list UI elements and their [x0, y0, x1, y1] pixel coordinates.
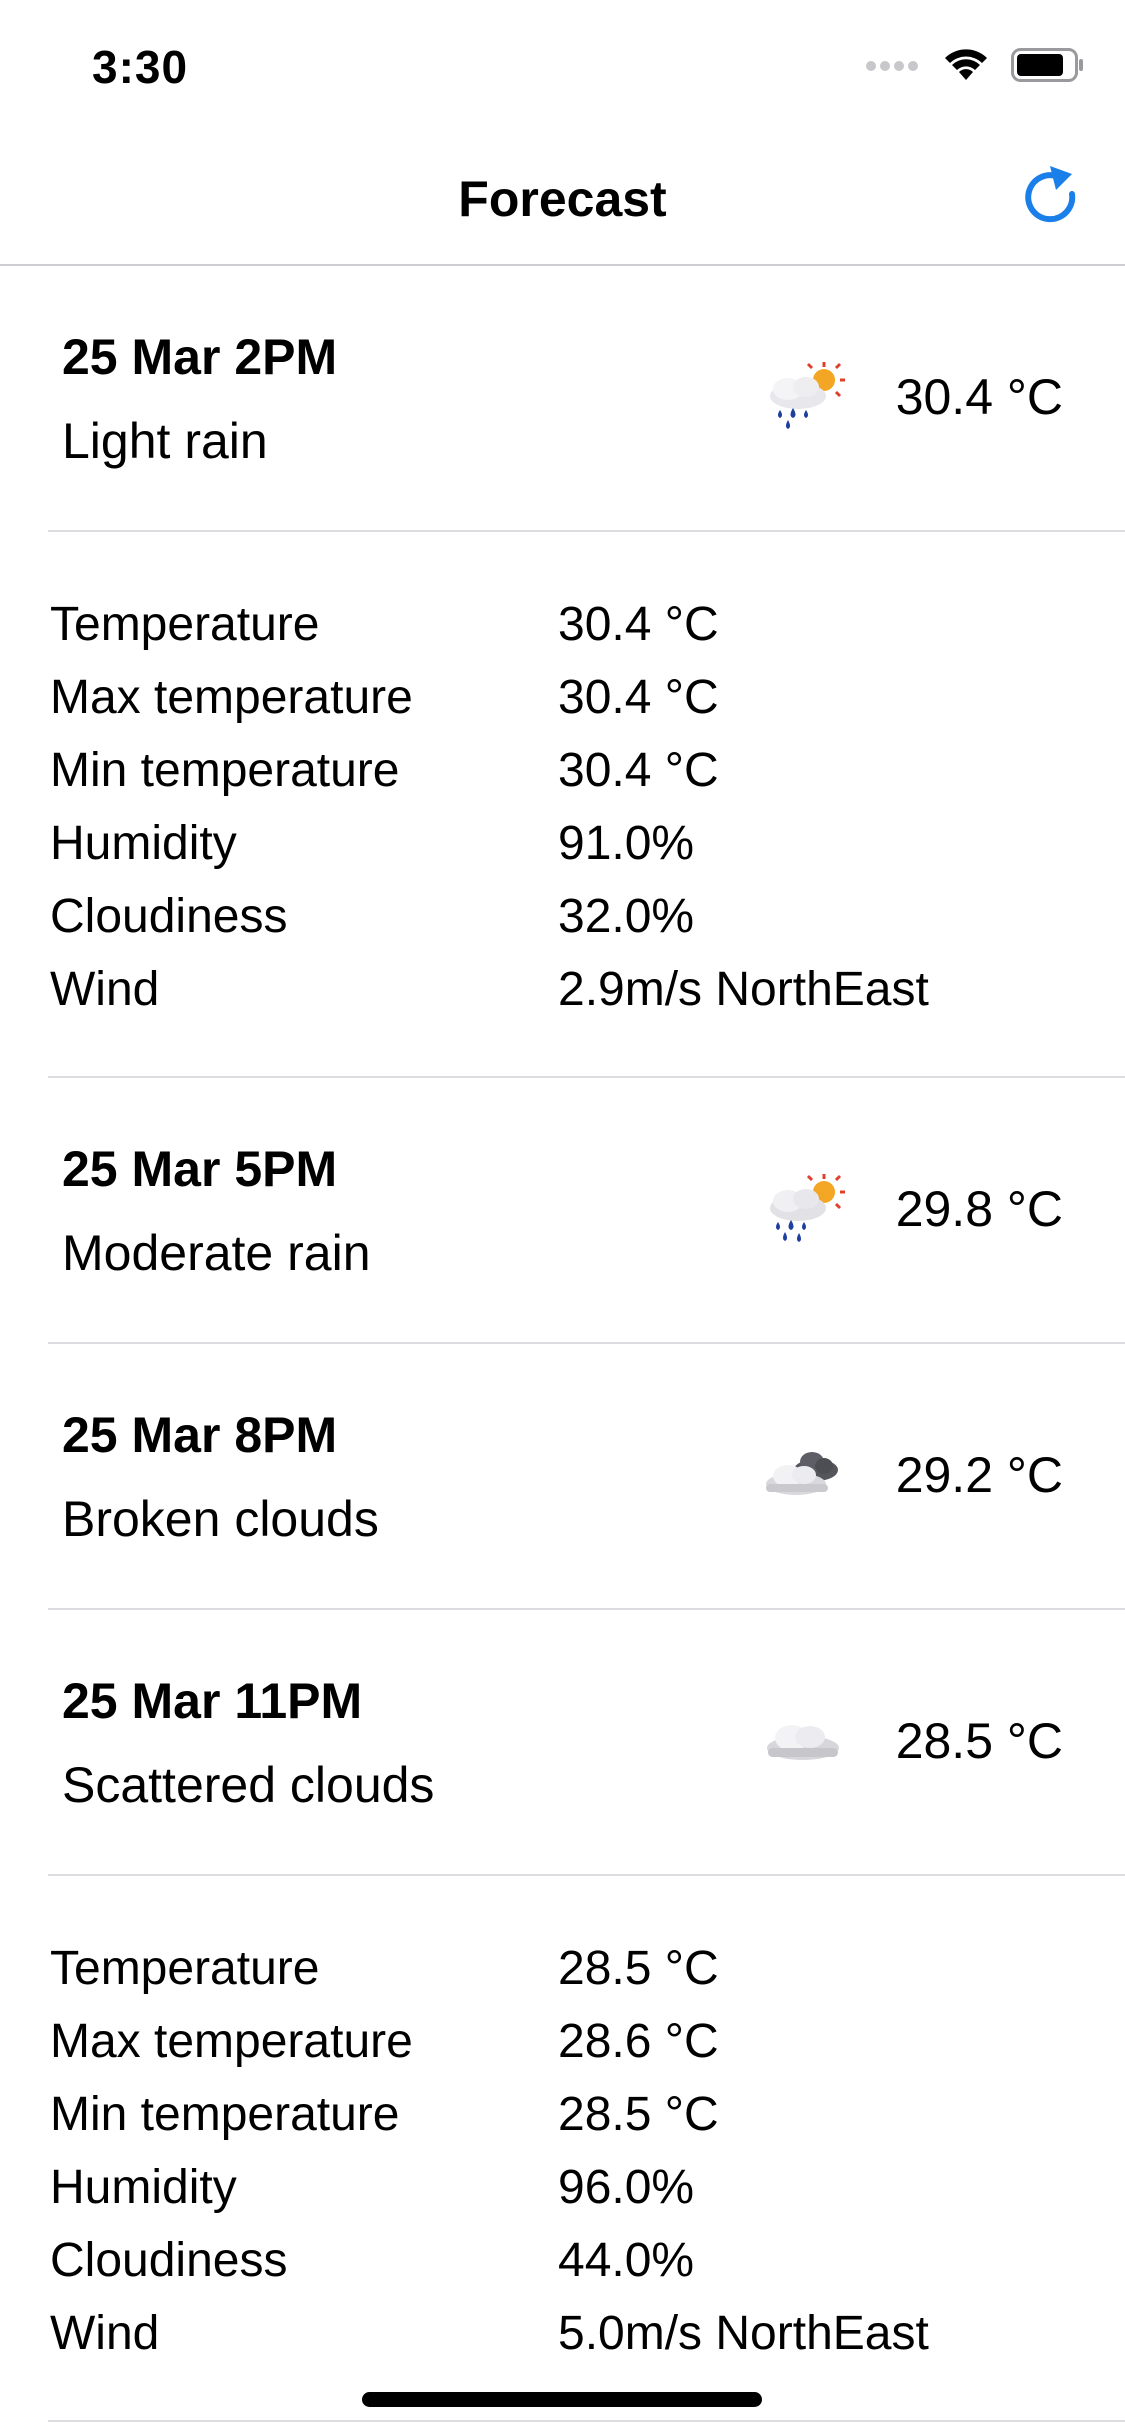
- forecast-temperature: 28.5 °C: [895, 1713, 1063, 1769]
- forecast-description: Scattered clouds: [62, 1757, 435, 1813]
- status-icons: [865, 48, 1085, 82]
- forecast-temperature: 29.2 °C: [895, 1447, 1063, 1503]
- forecast-details: Temperature 30.4 °C Max temperature 30.4…: [0, 532, 1125, 1078]
- detail-label: Max temperature: [50, 2015, 413, 2068]
- detail-label: Max temperature: [50, 671, 413, 724]
- row-separator: [48, 2420, 1125, 2422]
- detail-label: Min temperature: [50, 744, 400, 797]
- forecast-row[interactable]: 25 Mar 11PM Scattered clouds 28.5 °C: [0, 1610, 1125, 1876]
- detail-label: Min temperature: [50, 2088, 400, 2141]
- detail-row-max-temperature: Max temperature 28.6 °C: [50, 2005, 929, 2078]
- wifi-icon: [945, 49, 987, 80]
- detail-row-cloudiness: Cloudiness 32.0%: [50, 880, 929, 953]
- detail-value: 2.9m/s NorthEast: [558, 963, 929, 1016]
- battery-icon: [1011, 48, 1083, 82]
- detail-row-wind: Wind 2.9m/s NorthEast: [50, 953, 929, 1026]
- navigation-bar: Forecast: [0, 132, 1125, 266]
- detail-row-min-temperature: Min temperature 28.5 °C: [50, 2078, 929, 2151]
- detail-value: 5.0m/s NorthEast: [558, 2307, 929, 2360]
- forecast-description: Broken clouds: [62, 1491, 379, 1547]
- detail-value: 91.0%: [558, 817, 695, 870]
- detail-label: Wind: [50, 2307, 160, 2360]
- detail-label: Cloudiness: [50, 2234, 288, 2287]
- forecast-date: 25 Mar 5PM: [62, 1141, 338, 1197]
- detail-row-min-temperature: Min temperature 30.4 °C: [50, 734, 929, 807]
- scattered-clouds-icon: [767, 1725, 839, 1760]
- detail-value: 96.0%: [558, 2161, 695, 2214]
- detail-value: 28.5 °C: [558, 1942, 719, 1995]
- detail-value: 30.4 °C: [558, 671, 719, 724]
- detail-row-humidity: Humidity 96.0%: [50, 2151, 929, 2224]
- home-indicator[interactable]: [362, 2392, 762, 2407]
- light-rain-sun-icon: [770, 362, 845, 429]
- detail-value: 28.5 °C: [558, 2088, 719, 2141]
- forecast-description: Moderate rain: [62, 1225, 371, 1281]
- forecast-date: 25 Mar 8PM: [62, 1407, 338, 1463]
- detail-row-cloudiness: Cloudiness 44.0%: [50, 2224, 929, 2297]
- forecast-details: Temperature 28.5 °C Max temperature 28.6…: [0, 1876, 1125, 2422]
- refresh-icon: [1025, 166, 1076, 223]
- detail-value: 44.0%: [558, 2234, 695, 2287]
- refresh-button[interactable]: [1014, 160, 1090, 236]
- moderate-rain-sun-icon: [770, 1174, 845, 1242]
- forecast-list: 25 Mar 2PM Light rain 30.4 °C Temperatur…: [0, 266, 1125, 2422]
- forecast-temperature: 30.4 °C: [895, 369, 1063, 425]
- detail-value: 32.0%: [558, 890, 695, 943]
- detail-label: Temperature: [50, 598, 320, 651]
- page-title: Forecast: [458, 171, 667, 227]
- forecast-date: 25 Mar 2PM: [62, 329, 338, 385]
- status-time: 3:30: [92, 41, 189, 93]
- forecast-temperature: 29.8 °C: [895, 1181, 1063, 1237]
- broken-clouds-icon: [766, 1452, 838, 1495]
- status-bar: 3:30: [0, 0, 1125, 132]
- forecast-row[interactable]: 25 Mar 8PM Broken clouds 29.2 °C: [0, 1344, 1125, 1610]
- detail-label: Humidity: [50, 2161, 237, 2214]
- detail-row-max-temperature: Max temperature 30.4 °C: [50, 661, 929, 734]
- detail-row-temperature: Temperature 30.4 °C: [50, 588, 929, 661]
- detail-label: Wind: [50, 963, 160, 1016]
- cellular-signal-icon: [866, 61, 918, 71]
- detail-label: Humidity: [50, 817, 237, 870]
- forecast-row[interactable]: 25 Mar 5PM Moderate rain 29.8 °C: [0, 1078, 1125, 1344]
- detail-row-humidity: Humidity 91.0%: [50, 807, 929, 880]
- forecast-date: 25 Mar 11PM: [62, 1673, 363, 1729]
- detail-value: 30.4 °C: [558, 744, 719, 797]
- details-grid: Temperature 30.4 °C Max temperature 30.4…: [50, 588, 929, 1026]
- detail-row-temperature: Temperature 28.5 °C: [50, 1932, 929, 2005]
- detail-row-wind: Wind 5.0m/s NorthEast: [50, 2297, 929, 2370]
- detail-label: Temperature: [50, 1942, 320, 1995]
- detail-label: Cloudiness: [50, 890, 288, 943]
- details-grid: Temperature 28.5 °C Max temperature 28.6…: [50, 1932, 929, 2370]
- detail-value: 28.6 °C: [558, 2015, 719, 2068]
- forecast-row[interactable]: 25 Mar 2PM Light rain 30.4 °C: [0, 266, 1125, 532]
- forecast-description: Light rain: [62, 413, 268, 469]
- detail-value: 30.4 °C: [558, 598, 719, 651]
